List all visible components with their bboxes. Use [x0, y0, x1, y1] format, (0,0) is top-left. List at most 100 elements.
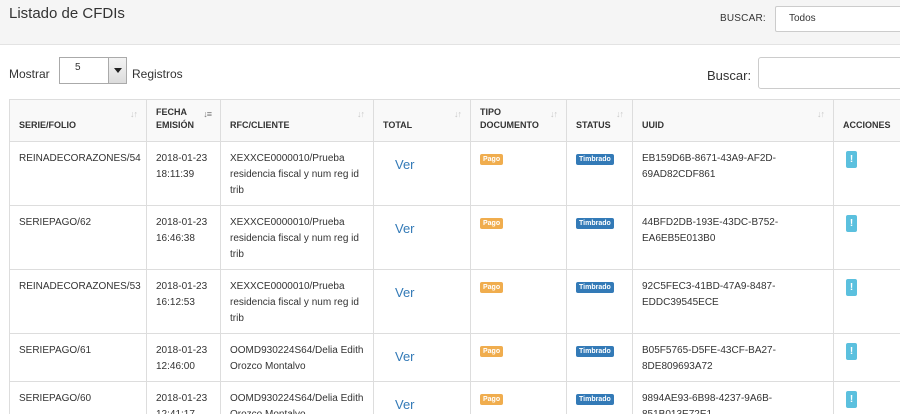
- cell-total: Ver: [373, 269, 471, 334]
- cell-acciones: !: [833, 205, 900, 270]
- table-row: SERIEPAGO/61 2018-01-23 12:46:00 OOMD930…: [9, 333, 900, 382]
- filter-select[interactable]: Todos: [775, 6, 900, 32]
- sort-desc-icon: ↓≡: [203, 109, 212, 119]
- cell-fecha: 2018-01-23 18:11:39: [146, 141, 221, 206]
- cell-total: Ver: [373, 381, 471, 414]
- cell-serie-folio: SERIEPAGO/60: [9, 381, 147, 414]
- table-header-row: SERIE/FOLIO ↓↑ FECHA EMISIÓN ↓≡ RFC/CLIE…: [9, 99, 900, 142]
- cell-uuid: B05F5765-D5FE-43CF-BA27-8DE809693A72: [632, 333, 834, 382]
- cell-fecha: 2018-01-23 16:46:38: [146, 205, 221, 270]
- column-header-tipo-documento[interactable]: TIPO DOCUMENTO ↓↑: [470, 99, 567, 142]
- status-badge: Timbrado: [576, 346, 614, 357]
- column-header-acciones: ACCIONES: [833, 99, 900, 142]
- cell-status: Timbrado: [566, 269, 633, 334]
- view-total-link[interactable]: Ver: [383, 391, 415, 413]
- cell-serie-folio: SERIEPAGO/62: [9, 205, 147, 270]
- column-header-fecha[interactable]: FECHA EMISIÓN ↓≡: [146, 99, 221, 142]
- cell-fecha: 2018-01-23 16:12:53: [146, 269, 221, 334]
- cell-fecha: 2018-01-23 12:46:00: [146, 333, 221, 382]
- cell-tipo: Pago: [470, 333, 567, 382]
- details-button[interactable]: !: [846, 343, 857, 360]
- column-header-rfc-cliente[interactable]: RFC/CLIENTE ↓↑: [220, 99, 374, 142]
- column-header-uuid[interactable]: UUID ↓↑: [632, 99, 834, 142]
- cell-fecha: 2018-01-23 12:41:17: [146, 381, 221, 414]
- cell-total: Ver: [373, 141, 471, 206]
- view-total-link[interactable]: Ver: [383, 215, 415, 237]
- search-input[interactable]: [758, 57, 900, 89]
- filter-label: BUSCAR:: [720, 13, 766, 24]
- status-badge: Timbrado: [576, 218, 614, 229]
- cell-acciones: !: [833, 381, 900, 414]
- cell-acciones: !: [833, 333, 900, 382]
- column-header-total[interactable]: TOTAL ↓↑: [373, 99, 471, 142]
- details-button[interactable]: !: [846, 215, 857, 232]
- column-header-status[interactable]: STATUS ↓↑: [566, 99, 633, 142]
- search-label: Buscar:: [707, 68, 752, 83]
- view-total-link[interactable]: Ver: [383, 151, 415, 173]
- cell-uuid: 92C5FEC3-41BD-47A9-8487-EDDC39545ECE: [632, 269, 834, 334]
- cell-acciones: !: [833, 141, 900, 206]
- type-badge: Pago: [480, 394, 504, 405]
- type-badge: Pago: [480, 218, 504, 229]
- sort-icon: ↓↑: [550, 109, 558, 119]
- type-badge: Pago: [480, 282, 504, 293]
- cell-rfc-cliente: XEXXCE0000010/Prueba residencia fiscal y…: [220, 141, 374, 206]
- column-header-label: UUID: [642, 120, 664, 130]
- cell-acciones: !: [833, 269, 900, 334]
- view-total-link[interactable]: Ver: [383, 343, 415, 365]
- sort-icon: ↓↑: [130, 109, 138, 119]
- dropdown-button[interactable]: [108, 58, 126, 83]
- status-badge: Timbrado: [576, 154, 614, 165]
- column-header-label: TOTAL: [383, 120, 413, 130]
- cell-rfc-cliente: XEXXCE0000010/Prueba residencia fiscal y…: [220, 205, 374, 270]
- cell-tipo: Pago: [470, 141, 567, 206]
- cell-tipo: Pago: [470, 205, 567, 270]
- status-badge: Timbrado: [576, 282, 614, 293]
- status-badge: Timbrado: [576, 394, 614, 405]
- cell-serie-folio: REINADECORAZONES/53: [9, 269, 147, 334]
- column-header-label: RFC/CLIENTE: [230, 120, 290, 130]
- table-row: REINADECORAZONES/54 2018-01-23 18:11:39 …: [9, 141, 900, 206]
- cell-uuid: 44BFD2DB-193E-43DC-B752-EA6EB5E013B0: [632, 205, 834, 270]
- details-button[interactable]: !: [846, 279, 857, 296]
- cell-status: Timbrado: [566, 141, 633, 206]
- column-header-serie-folio[interactable]: SERIE/FOLIO ↓↑: [9, 99, 147, 142]
- page-header: Listado de CFDIs BUSCAR: Todos: [0, 0, 900, 45]
- cell-rfc-cliente: OOMD930224S64/Delia Edith Orozco Montalv…: [220, 333, 374, 382]
- sort-icon: ↓↑: [357, 109, 365, 119]
- column-header-label: SERIE/FOLIO: [19, 120, 77, 130]
- type-badge: Pago: [480, 154, 504, 165]
- cell-status: Timbrado: [566, 205, 633, 270]
- chevron-down-icon: [114, 68, 122, 73]
- cell-rfc-cliente: XEXXCE0000010/Prueba residencia fiscal y…: [220, 269, 374, 334]
- cell-serie-folio: REINADECORAZONES/54: [9, 141, 147, 206]
- details-button[interactable]: !: [846, 391, 857, 408]
- page-length-select[interactable]: 5: [59, 57, 127, 84]
- cell-serie-folio: SERIEPAGO/61: [9, 333, 147, 382]
- records-label: Registros: [132, 67, 183, 81]
- cell-tipo: Pago: [470, 381, 567, 414]
- sort-icon: ↓↑: [454, 109, 462, 119]
- column-header-label: FECHA EMISIÓN: [156, 107, 195, 130]
- page-title: Listado de CFDIs: [9, 5, 125, 22]
- sort-icon: ↓↑: [616, 109, 624, 119]
- page-length-value: 5: [75, 62, 81, 73]
- table-row: SERIEPAGO/60 2018-01-23 12:41:17 OOMD930…: [9, 381, 900, 414]
- cell-total: Ver: [373, 333, 471, 382]
- cell-status: Timbrado: [566, 381, 633, 414]
- cell-uuid: EB159D6B-8671-43A9-AF2D-69AD82CDF861: [632, 141, 834, 206]
- column-header-label: TIPO DOCUMENTO: [480, 107, 539, 130]
- details-button[interactable]: !: [846, 151, 857, 168]
- cell-total: Ver: [373, 205, 471, 270]
- view-total-link[interactable]: Ver: [383, 279, 415, 301]
- column-header-label: STATUS: [576, 120, 611, 130]
- type-badge: Pago: [480, 346, 504, 357]
- table-row: SERIEPAGO/62 2018-01-23 16:46:38 XEXXCE0…: [9, 205, 900, 270]
- cell-rfc-cliente: OOMD930224S64/Delia Edith Orozco Montalv…: [220, 381, 374, 414]
- cfdi-list-page: Listado de CFDIs BUSCAR: Todos Mostrar 5…: [0, 0, 900, 414]
- cell-tipo: Pago: [470, 269, 567, 334]
- cell-status: Timbrado: [566, 333, 633, 382]
- show-label: Mostrar: [9, 67, 50, 81]
- sort-icon: ↓↑: [817, 109, 825, 119]
- table-row: REINADECORAZONES/53 2018-01-23 16:12:53 …: [9, 269, 900, 334]
